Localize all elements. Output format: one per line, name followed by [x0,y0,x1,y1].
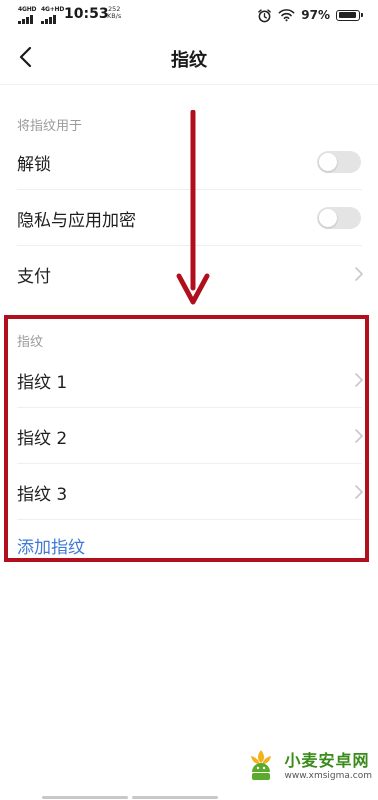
highlight-box [4,315,369,562]
page-title: 指纹 [171,50,207,71]
wifi-icon [278,9,295,22]
android-logo-icon [250,750,271,780]
battery-percent: 97% [301,8,330,22]
sim2-label: 4G+HD [41,6,65,13]
signal-sim1-icon: 4GHD [18,6,40,24]
signal-sim2-icon: 4G+HD [41,6,65,24]
network-speed-unit: KB/s [107,12,122,20]
chevron-right-icon [355,267,363,281]
privacy-toggle[interactable] [317,207,361,229]
toggle-knob [319,209,337,227]
watermark-url: www.xmsigma.com [284,771,372,781]
battery-icon [336,9,363,21]
network-speed: 252 KB/s [107,6,121,20]
setting-label-unlock: 解锁 [17,155,51,175]
unlock-toggle[interactable] [317,151,361,173]
nav-bar-left[interactable] [42,796,128,799]
sim1-label: 4GHD [18,6,37,13]
section-label-usage: 将指纹用于 [17,119,83,134]
setting-label-payment: 支付 [17,267,51,287]
navigation-bar [0,794,378,800]
nav-bar-center[interactable] [132,796,218,799]
status-bar: 4GHD 4G+HD 10:53 252 KB/s 97% [0,0,378,32]
alarm-icon [258,8,272,22]
toggle-knob [319,153,337,171]
clock: 10:53 [64,6,109,22]
setting-label-privacy: 隐私与应用加密 [17,211,136,231]
header: 指纹 [0,32,378,85]
watermark-title: 小麦安卓网 [284,751,370,770]
watermark: 小麦安卓网 www.xmsigma.com [243,746,372,782]
arrow-down-icon [176,110,210,305]
